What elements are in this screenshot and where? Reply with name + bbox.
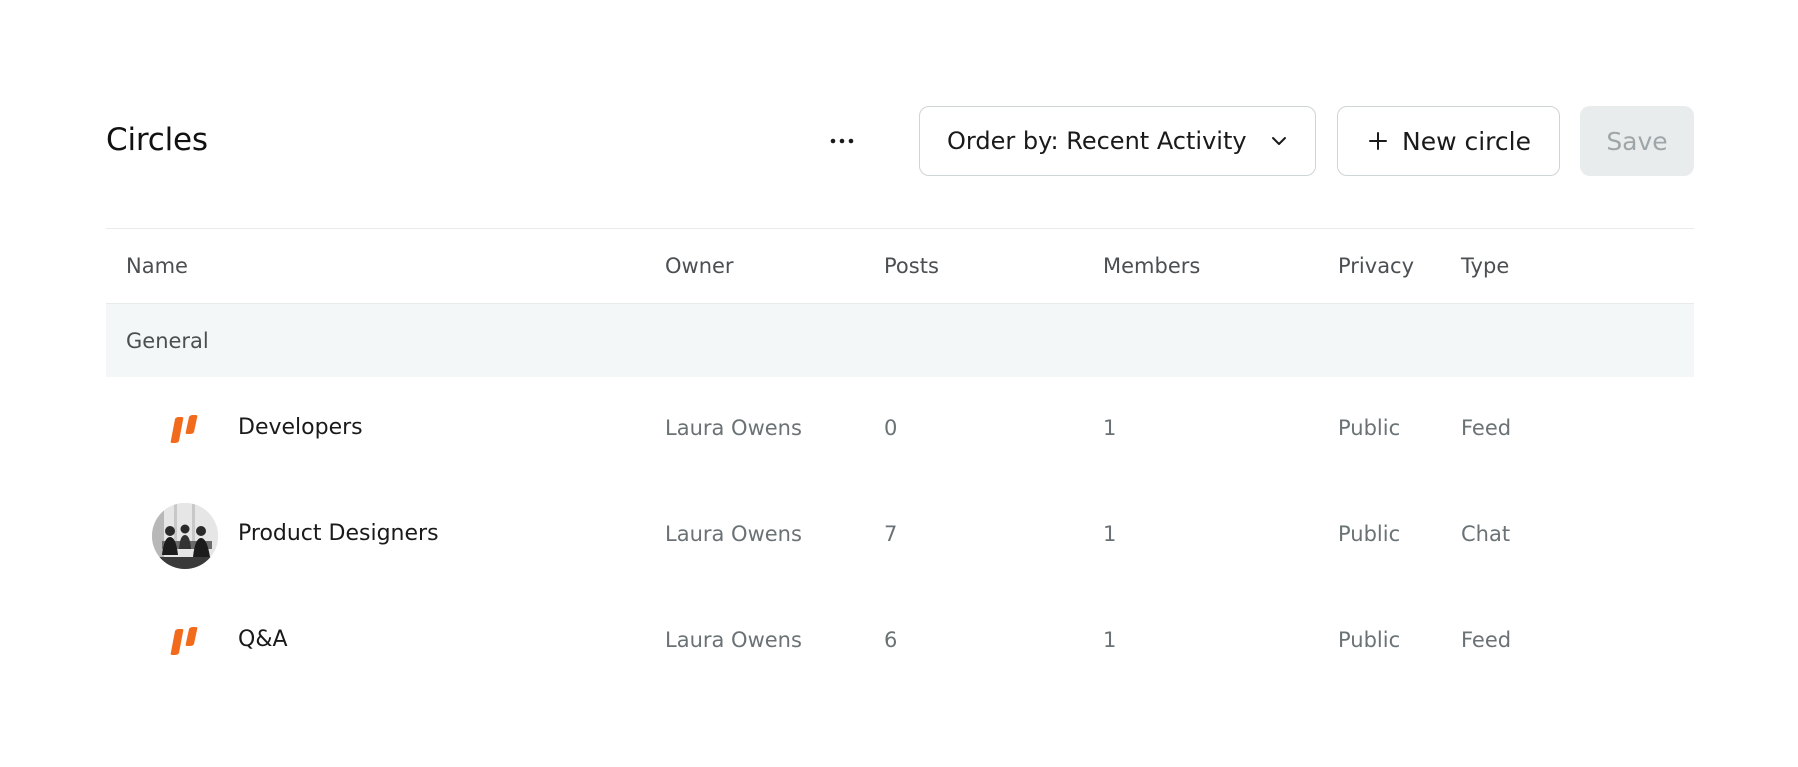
privacy-cell: Public	[1338, 522, 1401, 546]
order-by-dropdown[interactable]: Order by: Recent Activity	[919, 106, 1316, 176]
chevron-down-icon	[1272, 137, 1286, 145]
more-horizontal-icon	[830, 138, 854, 144]
table-row[interactable]: Developers Laura Owens 0 1 Public Feed	[106, 377, 1694, 483]
type-cell: Chat	[1461, 522, 1511, 546]
privacy-cell: Public	[1338, 416, 1401, 440]
column-header-posts[interactable]: Posts	[884, 254, 939, 278]
table-row[interactable]: Q&A Laura Owens 6 1 Public Feed	[106, 589, 1694, 695]
members-cell: 1	[1103, 416, 1117, 440]
column-header-name[interactable]: Name	[126, 254, 188, 278]
owner-cell: Laura Owens	[665, 522, 802, 546]
circle-name[interactable]: Product Designers	[238, 521, 439, 546]
order-by-label: Order by: Recent Activity	[947, 127, 1247, 155]
page-title: Circles	[106, 122, 208, 158]
members-cell: 1	[1103, 628, 1117, 652]
members-cell: 1	[1103, 522, 1117, 546]
privacy-cell: Public	[1338, 628, 1401, 652]
group-photo-avatar	[152, 503, 218, 569]
owner-cell: Laura Owens	[665, 628, 802, 652]
column-header-type[interactable]: Type	[1461, 254, 1509, 278]
brand-logo-icon	[152, 397, 218, 463]
type-cell: Feed	[1461, 416, 1512, 440]
circle-name[interactable]: Developers	[238, 415, 363, 440]
owner-cell: Laura Owens	[665, 416, 802, 440]
table-header: Name Owner Posts Members Privacy Type	[106, 228, 1694, 304]
column-header-privacy[interactable]: Privacy	[1338, 254, 1414, 278]
group-header-row: General	[106, 304, 1694, 377]
posts-cell: 6	[884, 628, 898, 652]
posts-cell: 0	[884, 416, 898, 440]
posts-cell: 7	[884, 522, 898, 546]
table-row[interactable]: Product Designers Laura Owens 7 1 Public…	[106, 483, 1694, 589]
circles-table: Name Owner Posts Members Privacy Type Ge…	[106, 228, 1694, 695]
plus-icon	[1368, 131, 1388, 151]
group-label: General	[126, 329, 209, 353]
brand-logo-icon	[152, 609, 218, 675]
type-cell: Feed	[1461, 628, 1512, 652]
column-header-owner[interactable]: Owner	[665, 254, 734, 278]
circle-name[interactable]: Q&A	[238, 627, 288, 652]
page-header: Circles Order by: Recent Activity New ci…	[106, 106, 1694, 176]
more-options-button[interactable]	[824, 123, 860, 159]
save-button[interactable]: Save	[1580, 106, 1694, 176]
new-circle-button[interactable]: New circle	[1337, 106, 1560, 176]
new-circle-label: New circle	[1402, 126, 1531, 156]
column-header-members[interactable]: Members	[1103, 254, 1200, 278]
